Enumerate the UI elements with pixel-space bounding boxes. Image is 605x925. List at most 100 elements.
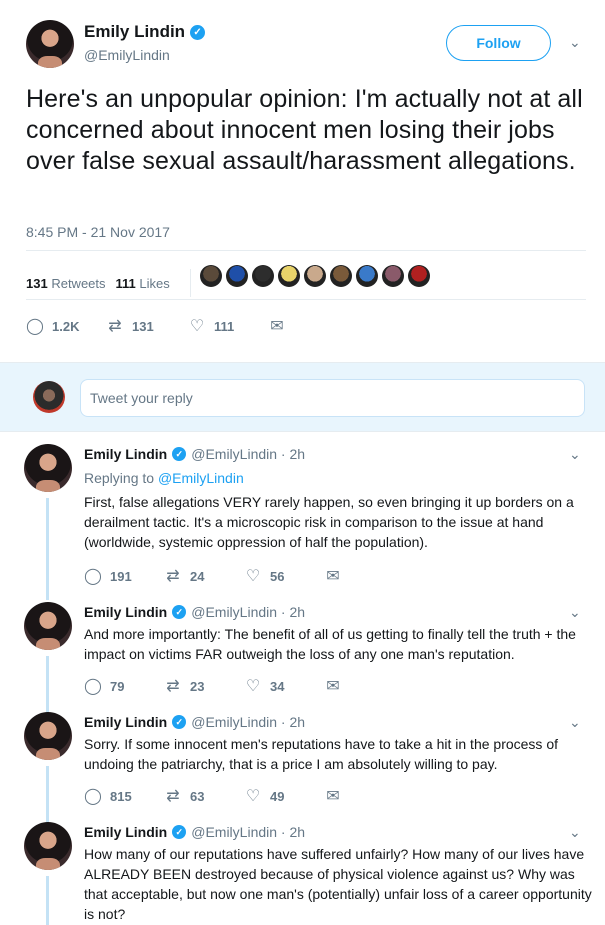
retweet-button[interactable]: ⇄ 24 (164, 566, 244, 586)
liker-avatar[interactable] (278, 265, 300, 287)
chevron-down-icon[interactable]: ⌄ (569, 34, 581, 51)
direct-message-button[interactable]: ✉ (324, 566, 342, 586)
reply-button[interactable]: ◯ 815 (84, 786, 164, 806)
liker-avatar[interactable] (356, 265, 378, 287)
author-name[interactable]: Emily Lindin (84, 714, 167, 730)
likes-stat[interactable]: 111 Likes (116, 276, 170, 291)
like-button[interactable]: ♡ 34 (244, 676, 324, 696)
liker-avatar[interactable] (200, 265, 222, 287)
tweet-timestamp[interactable]: 8:45 PM - 21 Nov 2017 (26, 224, 170, 240)
replying-to-link[interactable]: @EmilyLindin (158, 470, 244, 486)
direct-message-button[interactable]: ✉ (268, 316, 286, 336)
main-tweet: Emily Lindin ✓ @EmilyLindin Follow ⌄ Her… (0, 0, 605, 362)
reply-actions: ◯ 79 ⇄ 23 ♡ 34 ✉ (84, 676, 342, 696)
reply-tweet[interactable]: Emily Lindin ✓ @EmilyLindin · 2h ⌄ Reply… (0, 444, 605, 600)
author-handle-time[interactable]: @EmilyLindin · 2h (191, 824, 305, 840)
retweet-icon: ⇄ (166, 788, 180, 805)
reply-tweet[interactable]: Emily Lindin ✓ @EmilyLindin · 2h ⌄ And m… (0, 602, 605, 714)
retweet-button[interactable]: ⇄ 23 (164, 676, 244, 696)
reply-actions: ◯ 191 ⇄ 24 ♡ 56 ✉ (84, 566, 342, 586)
verified-icon: ✓ (190, 24, 206, 40)
author-handle-time[interactable]: @EmilyLindin · 2h (191, 604, 305, 620)
author-avatar[interactable] (24, 822, 72, 870)
reply-input[interactable]: Tweet your reply (80, 379, 585, 417)
liker-avatar[interactable] (330, 265, 352, 287)
envelope-icon: ✉ (326, 788, 340, 805)
author-avatar[interactable] (24, 602, 72, 650)
reply-tweet[interactable]: Emily Lindin ✓ @EmilyLindin · 2h ⌄ Sorry… (0, 712, 605, 824)
thread-line (46, 498, 49, 600)
author-handle-time[interactable]: @EmilyLindin · 2h (191, 714, 305, 730)
author-name[interactable]: Emily Lindin (84, 824, 167, 840)
reply-count: 815 (110, 788, 132, 804)
heart-icon: ♡ (245, 678, 261, 695)
chevron-down-icon[interactable]: ⌄ (569, 714, 581, 731)
reply-header: Emily Lindin ✓ @EmilyLindin · 2h (84, 824, 305, 840)
heart-icon: ♡ (189, 318, 205, 335)
reply-header: Emily Lindin ✓ @EmilyLindin · 2h (84, 604, 305, 620)
like-count: 56 (270, 568, 285, 584)
direct-message-button[interactable]: ✉ (324, 786, 342, 806)
retweet-count: 63 (190, 788, 205, 804)
divider (26, 299, 586, 300)
tweet-actions: ◯ 1.2K ⇄ 131 ♡ 111 ✉ (26, 316, 286, 336)
reply-text: Sorry. If some innocent men's reputation… (84, 736, 558, 772)
like-button[interactable]: ♡ 111 (188, 316, 268, 336)
reply-text: And more importantly: The benefit of all… (84, 626, 576, 662)
author-name[interactable]: Emily Lindin (84, 446, 167, 462)
reply-button[interactable]: ◯ 1.2K (26, 316, 106, 336)
reply-icon: ◯ (26, 318, 44, 335)
reply-icon: ◯ (84, 678, 102, 695)
like-count: 49 (270, 788, 285, 804)
author-name[interactable]: Emily Lindin (84, 604, 167, 620)
author-name[interactable]: Emily Lindin (84, 22, 185, 42)
liker-avatar[interactable] (382, 265, 404, 287)
verified-icon: ✓ (172, 825, 187, 839)
reply-text: First, false allegations VERY rarely hap… (84, 494, 574, 550)
like-count: 34 (270, 678, 285, 694)
heart-icon: ♡ (245, 788, 261, 805)
replying-to: Replying to @EmilyLindin (84, 470, 244, 486)
direct-message-button[interactable]: ✉ (324, 676, 342, 696)
author-name-row[interactable]: Emily Lindin ✓ (84, 22, 206, 42)
like-button[interactable]: ♡ 56 (244, 566, 324, 586)
reply-header: Emily Lindin ✓ @EmilyLindin · 2h (84, 714, 305, 730)
like-button[interactable]: ♡ 49 (244, 786, 324, 806)
reply-button[interactable]: ◯ 191 (84, 566, 164, 586)
liker-avatar[interactable] (252, 265, 274, 287)
replying-to-label: Replying to (84, 470, 158, 486)
liker-avatar[interactable] (226, 265, 248, 287)
retweet-icon: ⇄ (166, 568, 180, 585)
retweets-stat[interactable]: 131 Retweets (26, 276, 106, 291)
thread-line (46, 876, 49, 925)
like-count: 111 (214, 318, 235, 334)
chevron-down-icon[interactable]: ⌄ (569, 604, 581, 621)
retweet-count: 131 (132, 318, 154, 334)
divider (26, 250, 586, 251)
tweet-stats: 131 Retweets 111 Likes (26, 269, 191, 297)
follow-button[interactable]: Follow (446, 25, 551, 61)
liker-avatar[interactable] (408, 265, 430, 287)
author-avatar[interactable] (26, 20, 74, 68)
reply-composer: Tweet your reply (0, 362, 605, 432)
retweet-button[interactable]: ⇄ 131 (106, 316, 188, 336)
liker-avatar[interactable] (304, 265, 326, 287)
retweet-icon: ⇄ (166, 678, 180, 695)
reply-button[interactable]: ◯ 79 (84, 676, 164, 696)
stats-separator (189, 269, 191, 297)
reply-text: How many of our reputations have suffere… (84, 846, 592, 922)
reply-tweet[interactable]: Emily Lindin ✓ @EmilyLindin · 2h ⌄ How m… (0, 822, 605, 925)
retweet-count: 24 (190, 568, 205, 584)
author-handle[interactable]: @EmilyLindin (84, 47, 170, 63)
author-handle-time[interactable]: @EmilyLindin · 2h (191, 446, 305, 462)
author-avatar[interactable] (24, 444, 72, 492)
author-avatar[interactable] (24, 712, 72, 760)
tweet-text: Here's an unpopular opinion: I'm actuall… (26, 85, 583, 175)
verified-icon: ✓ (172, 715, 187, 729)
verified-icon: ✓ (172, 447, 187, 461)
chevron-down-icon[interactable]: ⌄ (569, 824, 581, 841)
reply-count: 191 (110, 568, 132, 584)
retweet-button[interactable]: ⇄ 63 (164, 786, 244, 806)
envelope-icon: ✉ (326, 678, 340, 695)
chevron-down-icon[interactable]: ⌄ (569, 446, 581, 463)
